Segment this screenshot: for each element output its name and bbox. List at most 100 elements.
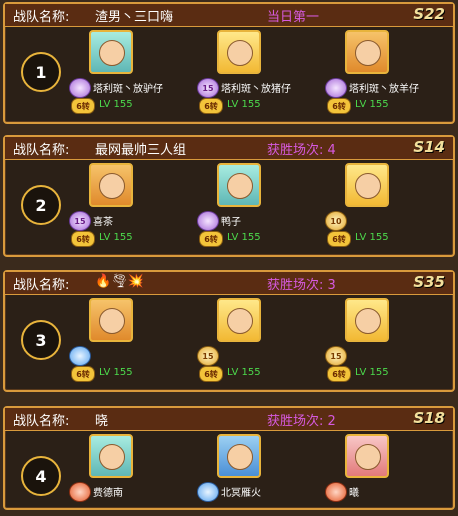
member-level: LV 155 (355, 367, 389, 378)
rebirth-badge: 6转 (327, 231, 351, 247)
team-card[interactable]: 战队名称: 晓 获胜场次: 2 S18 4 费德南 北冥雁火 曦 (3, 406, 455, 510)
team-name: 晓 (95, 414, 109, 429)
member-name: 喜茶 (93, 217, 113, 228)
member-name: 塔利斑丶放猪仔 (221, 84, 291, 95)
team-score: 当日第一 (267, 10, 320, 25)
rank-medal-icon (69, 78, 91, 98)
team-member[interactable]: 15 6转 LV 155 (197, 296, 325, 382)
rebirth-badge: 6转 (199, 231, 223, 247)
avatar-face-icon (355, 40, 381, 66)
rebirth-badge: 6转 (199, 98, 223, 114)
member-level: LV 155 (227, 367, 261, 378)
avatar[interactable] (345, 298, 389, 342)
member-level: LV 155 (99, 232, 133, 243)
rank-medal-icon: 15 (69, 211, 91, 231)
team-header: 战队名称: 🔥🌪💥 获胜场次: 3 S35 (5, 272, 453, 295)
member-name: 费德南 (93, 488, 123, 499)
rank-badge: 2 (21, 185, 61, 225)
rank-medal-icon (325, 78, 347, 98)
avatar-face-icon (99, 308, 125, 334)
member-level: LV 155 (227, 99, 261, 110)
team-card[interactable]: 战队名称: 🔥🌪💥 获胜场次: 3 S35 3 6转 LV 155 15 6转 … (3, 270, 455, 392)
team-server: S14 (413, 138, 445, 156)
team-header: 战队名称: 最网最帅三人组 获胜场次: 4 S14 (5, 137, 453, 160)
avatar-face-icon (227, 40, 253, 66)
rebirth-badge: 6转 (71, 231, 95, 247)
team-member[interactable]: 费德南 (69, 432, 197, 516)
team-header: 战队名称: 晓 获胜场次: 2 S18 (5, 408, 453, 431)
rebirth-badge: 6转 (327, 366, 351, 382)
team-server: S22 (413, 5, 445, 23)
avatar-face-icon (355, 173, 381, 199)
member-name: 塔利斑丶放驴仔 (93, 84, 163, 95)
avatar-face-icon (355, 308, 381, 334)
member-level: LV 155 (99, 367, 133, 378)
member-name: 北冥雁火 (221, 488, 261, 499)
team-header: 战队名称: 渣男丶三口嗨 当日第一 S22 (5, 4, 453, 27)
rank-medal-icon: 10 (325, 211, 347, 231)
avatar-face-icon (227, 444, 253, 470)
avatar-face-icon (99, 444, 125, 470)
team-score: 获胜场次: 3 (267, 278, 336, 293)
member-level: LV 155 (355, 232, 389, 243)
team-name: 最网最帅三人组 (95, 143, 187, 158)
avatar[interactable] (345, 30, 389, 74)
rank-medal-icon: 15 (197, 346, 219, 366)
avatar[interactable] (217, 434, 261, 478)
avatar-face-icon (227, 308, 253, 334)
avatar[interactable] (345, 434, 389, 478)
member-name: 塔利斑丶放羊仔 (349, 84, 419, 95)
avatar[interactable] (345, 163, 389, 207)
rank-badge: 4 (21, 456, 61, 496)
avatar[interactable] (217, 298, 261, 342)
rank-medal-icon (69, 482, 91, 502)
member-level: LV 155 (227, 232, 261, 243)
team-score: 获胜场次: 2 (267, 414, 336, 429)
team-name-label: 战队名称: (13, 278, 70, 293)
team-member[interactable]: 北冥雁火 (197, 432, 325, 516)
avatar-face-icon (227, 173, 253, 199)
team-member[interactable]: 曦 (325, 432, 453, 516)
team-member[interactable]: 10 6转 LV 155 (325, 161, 453, 247)
avatar[interactable] (217, 30, 261, 74)
team-member[interactable]: 6转 LV 155 (69, 296, 197, 382)
team-member[interactable]: 塔利斑丶放羊仔 6转 LV 155 (325, 28, 453, 114)
team-card[interactable]: 战队名称: 渣男丶三口嗨 当日第一 S22 1 塔利斑丶放驴仔 6转 LV 15… (3, 2, 455, 124)
team-member[interactable]: 塔利斑丶放驴仔 6转 LV 155 (69, 28, 197, 114)
rank-medal-icon: 15 (197, 78, 219, 98)
avatar-face-icon (99, 40, 125, 66)
member-name: 鸭子 (221, 217, 241, 228)
rebirth-badge: 6转 (71, 366, 95, 382)
team-name: 渣男丶三口嗨 (95, 10, 174, 25)
avatar[interactable] (217, 163, 261, 207)
avatar-face-icon (99, 173, 125, 199)
rank-medal-icon (325, 482, 347, 502)
rank-badge: 1 (21, 52, 61, 92)
rank-badge: 3 (21, 320, 61, 360)
rank-medal-icon (69, 346, 91, 366)
team-score: 获胜场次: 4 (267, 143, 336, 158)
rebirth-badge: 6转 (327, 98, 351, 114)
team-name-label: 战队名称: (13, 414, 70, 429)
member-name: 曦 (349, 488, 359, 499)
avatar[interactable] (89, 30, 133, 74)
avatar[interactable] (89, 298, 133, 342)
team-name: 🔥🌪💥 (95, 274, 144, 289)
rebirth-badge: 6转 (199, 366, 223, 382)
rank-medal-icon (197, 482, 219, 502)
team-name-label: 战队名称: (13, 10, 70, 25)
team-member[interactable]: 鸭子 6转 LV 155 (197, 161, 325, 247)
rank-medal-icon: 15 (325, 346, 347, 366)
team-server: S18 (413, 409, 445, 427)
team-member[interactable]: 15 6转 LV 155 (325, 296, 453, 382)
rank-medal-icon (197, 211, 219, 231)
team-member[interactable]: 15 塔利斑丶放猪仔 6转 LV 155 (197, 28, 325, 114)
avatar[interactable] (89, 163, 133, 207)
rebirth-badge: 6转 (71, 98, 95, 114)
avatar-face-icon (355, 444, 381, 470)
avatar[interactable] (89, 434, 133, 478)
team-card[interactable]: 战队名称: 最网最帅三人组 获胜场次: 4 S14 2 15 喜茶 6转 LV … (3, 135, 455, 257)
member-level: LV 155 (355, 99, 389, 110)
team-server: S35 (413, 273, 445, 291)
team-member[interactable]: 15 喜茶 6转 LV 155 (69, 161, 197, 247)
